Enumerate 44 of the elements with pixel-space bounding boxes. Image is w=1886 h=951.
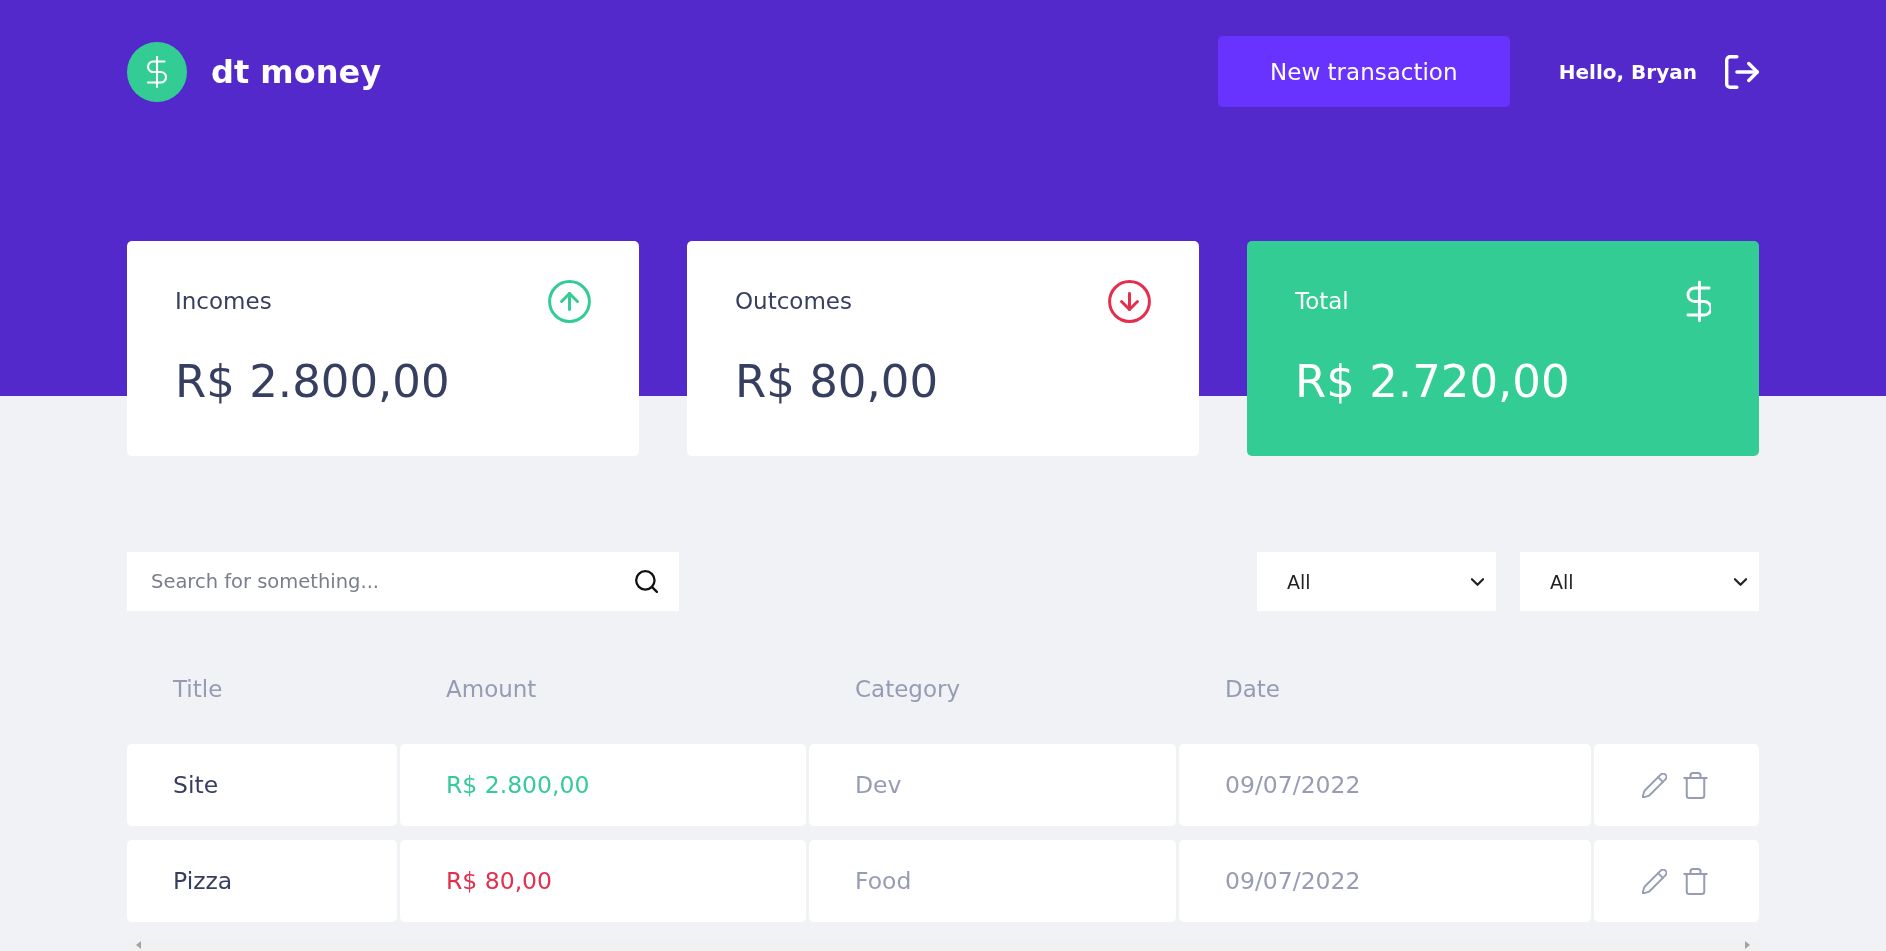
delete-button[interactable] bbox=[1683, 867, 1708, 895]
scroll-right-icon[interactable] bbox=[1745, 941, 1750, 949]
new-transaction-button[interactable]: New transaction bbox=[1217, 36, 1510, 107]
arrow-down-circle-icon bbox=[1108, 279, 1151, 323]
date-cell: 09/07/2022 bbox=[1179, 744, 1591, 826]
card-label: Outcomes bbox=[735, 288, 852, 314]
column-header: Date bbox=[1225, 676, 1280, 702]
column-header: Category bbox=[855, 676, 961, 702]
pencil-icon bbox=[1642, 772, 1667, 798]
search-icon bbox=[635, 570, 658, 593]
trash-icon bbox=[1683, 867, 1708, 895]
card-label: Incomes bbox=[175, 288, 272, 314]
logo-text: dt money bbox=[211, 52, 381, 91]
filter-select[interactable]: All bbox=[1520, 552, 1759, 611]
filter-select[interactable]: All bbox=[1257, 552, 1496, 611]
horizontal-scrollbar[interactable] bbox=[127, 939, 1759, 951]
dollar-icon bbox=[1686, 279, 1711, 323]
trash-icon bbox=[1683, 771, 1708, 799]
arrow-up-circle-icon bbox=[548, 279, 591, 323]
chevron-down-icon bbox=[1734, 577, 1747, 586]
date-cell: 09/07/2022 bbox=[1179, 840, 1591, 922]
logout-button[interactable] bbox=[1725, 54, 1759, 89]
pencil-icon bbox=[1642, 868, 1667, 894]
amount-cell: R$ 2.800,00 bbox=[400, 744, 806, 826]
amount-cell: R$ 80,00 bbox=[400, 840, 806, 922]
logout-icon bbox=[1725, 54, 1759, 89]
dollar-logo-icon bbox=[127, 41, 187, 102]
column-header: Title bbox=[173, 676, 223, 702]
search-field[interactable]: Search for something... bbox=[127, 552, 679, 611]
chevron-down-icon bbox=[1471, 577, 1484, 586]
edit-button[interactable] bbox=[1642, 772, 1667, 798]
card-label: Total bbox=[1295, 288, 1349, 314]
card-value: R$ 2.800,00 bbox=[175, 355, 451, 409]
delete-button[interactable] bbox=[1683, 771, 1708, 799]
title-cell: Site bbox=[127, 744, 397, 826]
category-cell: Food bbox=[809, 840, 1176, 922]
card-value: R$ 2.720,00 bbox=[1295, 355, 1571, 409]
column-header: Amount bbox=[446, 676, 537, 702]
title-cell: Pizza bbox=[127, 840, 397, 922]
card-value: R$ 80,00 bbox=[735, 355, 940, 409]
greeting-text: Hello, Bryan bbox=[1558, 59, 1697, 84]
edit-button[interactable] bbox=[1642, 868, 1667, 894]
category-cell: Dev bbox=[809, 744, 1176, 826]
scroll-left-icon[interactable] bbox=[136, 941, 141, 949]
